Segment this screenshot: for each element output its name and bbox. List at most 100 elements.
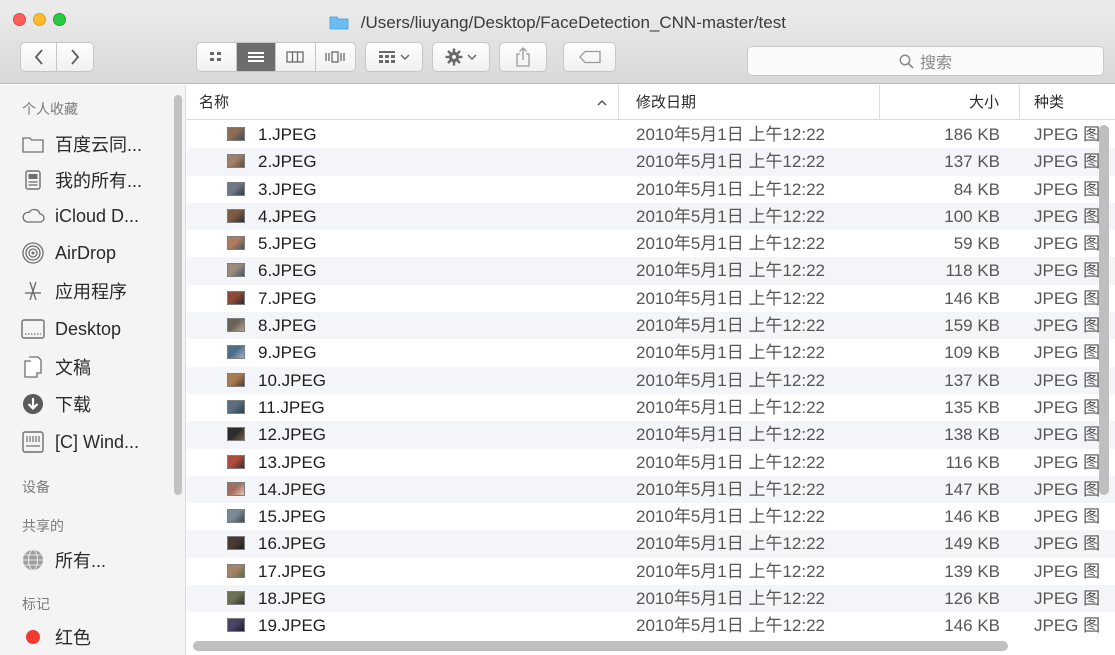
sort-ascending-icon [597,99,607,106]
file-name: 11.JPEG [258,397,325,417]
file-size: 147 KB [944,479,1000,499]
table-row[interactable]: 10.JPEG 2010年5月1日 上午12:22 137 KB JPEG 图 [187,366,1115,394]
table-row[interactable]: 4.JPEG 2010年5月1日 上午12:22 100 KB JPEG 图 [187,202,1115,231]
file-date: 2010年5月1日 上午12:22 [636,561,825,581]
table-row[interactable]: 2.JPEG 2010年5月1日 上午12:22 137 KB JPEG 图 [187,148,1115,176]
column-header-kind[interactable]: 种类 [1020,85,1115,120]
icon-view-button[interactable] [197,43,237,71]
file-date: 2010年5月1日 上午12:22 [636,343,825,363]
desktop-icon [21,318,45,340]
column-header-name[interactable]: 名称 [187,85,619,120]
table-row[interactable]: 19.JPEG 2010年5月1日 上午12:22 146 KB JPEG 图 [187,612,1115,639]
column-header-size[interactable]: 大小 [880,85,1020,120]
action-button[interactable] [432,42,490,72]
table-row[interactable]: 15.JPEG 2010年5月1日 上午12:22 146 KB JPEG 图 [187,503,1115,530]
list-view-button[interactable] [236,43,276,71]
sidebar-item-all-shared[interactable]: 所有... [21,546,181,574]
file-date: 2010年5月1日 上午12:22 [636,234,825,254]
table-row[interactable]: 9.JPEG 2010年5月1日 上午12:22 109 KB JPEG 图 [187,339,1115,366]
file-date: 2010年5月1日 上午12:22 [636,507,825,527]
vertical-scrollbar[interactable] [1099,125,1109,495]
file-date: 2010年5月1日 上午12:22 [636,452,825,472]
file-name: 12.JPEG [258,425,327,445]
table-row[interactable]: 14.JPEG 2010年5月1日 上午12:22 147 KB JPEG 图 [187,475,1115,504]
sidebar-item-windows-drive[interactable]: [C] Wind... [21,428,181,456]
downloads-icon [21,393,45,415]
table-row[interactable]: 1.JPEG 2010年5月1日 上午12:22 186 KB JPEG 图 [187,121,1115,148]
table-row[interactable]: 12.JPEG 2010年5月1日 上午12:22 138 KB JPEG 图 [187,421,1115,449]
columns-icon [286,51,304,63]
table-row[interactable]: 16.JPEG 2010年5月1日 上午12:22 149 KB JPEG 图 [187,530,1115,558]
arrange-button[interactable] [365,42,423,72]
sidebar-item-airdrop[interactable]: AirDrop [21,239,181,267]
file-kind: JPEG 图 [1034,452,1101,472]
file-kind: JPEG 图 [1034,152,1101,172]
sidebar-item-desktop[interactable]: Desktop [21,315,181,343]
file-list: 名称 修改日期 大小 种类 1.JPEG 2010年5月1日 上午12:22 186… [187,85,1115,655]
nav-buttons [20,42,94,72]
file-size: 139 KB [944,561,1000,581]
column-view-button[interactable] [276,43,316,71]
file-date: 2010年5月1日 上午12:22 [636,397,825,417]
column-header-date-label: 修改日期 [636,94,697,111]
title-toolbar: /Users/liuyang/Desktop/FaceDetection_CNN… [0,0,1115,84]
table-row[interactable]: 7.JPEG 2010年5月1日 上午12:22 146 KB JPEG 图 [187,285,1115,312]
file-date: 2010年5月1日 上午12:22 [636,206,825,226]
table-row[interactable]: 5.JPEG 2010年5月1日 上午12:22 59 KB JPEG 图 [187,230,1115,257]
image-thumbnail-icon [227,454,245,469]
sidebar-item-applications[interactable]: 应用程序 [21,277,181,305]
table-row[interactable]: 6.JPEG 2010年5月1日 上午12:22 118 KB JPEG 图 [187,257,1115,285]
table-row[interactable]: 11.JPEG 2010年5月1日 上午12:22 135 KB JPEG 图 [187,394,1115,421]
image-thumbnail-icon [227,536,245,551]
sidebar-item-downloads[interactable]: 下载 [21,390,181,418]
table-row[interactable]: 8.JPEG 2010年5月1日 上午12:22 159 KB JPEG 图 [187,312,1115,340]
sidebar-item-documents[interactable]: 文稿 [21,353,181,381]
chevron-down-icon [400,54,410,61]
table-row[interactable]: 18.JPEG 2010年5月1日 上午12:22 126 KB JPEG 图 [187,585,1115,613]
horizontal-scrollbar[interactable] [193,641,1008,651]
sidebar-scrollbar[interactable] [174,95,182,495]
sidebar-item-icloud-drive[interactable]: iCloud D... [21,202,181,230]
file-size: 118 KB [945,261,1000,281]
file-date: 2010年5月1日 上午12:22 [636,152,825,172]
all-files-icon [21,169,45,191]
chevron-left-icon [34,49,43,65]
sidebar-heading-favorites: 个人收藏 [22,101,78,117]
file-kind: JPEG 图 [1034,316,1101,336]
airdrop-icon [21,242,45,264]
file-date: 2010年5月1日 上午12:22 [636,616,825,636]
file-name: 15.JPEG [258,507,327,527]
file-size: 126 KB [944,589,1000,609]
file-size: 159 KB [944,316,1000,336]
file-name: 8.JPEG [258,316,317,336]
sidebar-item-all-my-files[interactable]: 我的所有... [21,166,181,194]
file-name: 3.JPEG [258,179,317,199]
file-kind: JPEG 图 [1034,179,1101,199]
file-kind: JPEG 图 [1034,589,1101,609]
tags-button[interactable] [563,42,616,72]
table-row[interactable]: 17.JPEG 2010年5月1日 上午12:22 139 KB JPEG 图 [187,558,1115,585]
image-thumbnail-icon [227,154,245,169]
file-kind: JPEG 图 [1034,206,1101,226]
share-button[interactable] [499,42,547,72]
search-placeholder: 搜索 [919,55,952,72]
table-row[interactable]: 3.JPEG 2010年5月1日 上午12:22 84 KB JPEG 图 [187,176,1115,203]
sidebar-item-label: [C] Wind... [55,431,140,452]
file-kind: JPEG 图 [1034,507,1101,527]
sidebar-item-label: 文稿 [55,358,91,378]
column-header-date[interactable]: 修改日期 [619,85,880,120]
table-row[interactable]: 13.JPEG 2010年5月1日 上午12:22 116 KB JPEG 图 [187,449,1115,476]
file-name: 17.JPEG [258,561,327,581]
sidebar-item-baidu-sync[interactable]: 百度云同... [21,130,181,158]
search-field[interactable]: 搜索 [747,46,1104,76]
image-thumbnail-icon [227,263,245,278]
file-size: 135 KB [944,397,1000,417]
sidebar-item-tag-red[interactable]: 红色 [21,623,181,651]
sidebar-item-label: 百度云同... [55,135,143,155]
image-thumbnail-icon [227,318,245,333]
list-header: 名称 修改日期 大小 种类 [187,85,1115,120]
forward-button[interactable] [57,43,93,71]
back-button[interactable] [21,43,58,71]
sidebar-heading-tags: 标记 [22,596,50,612]
cover-flow-button[interactable] [316,43,355,71]
